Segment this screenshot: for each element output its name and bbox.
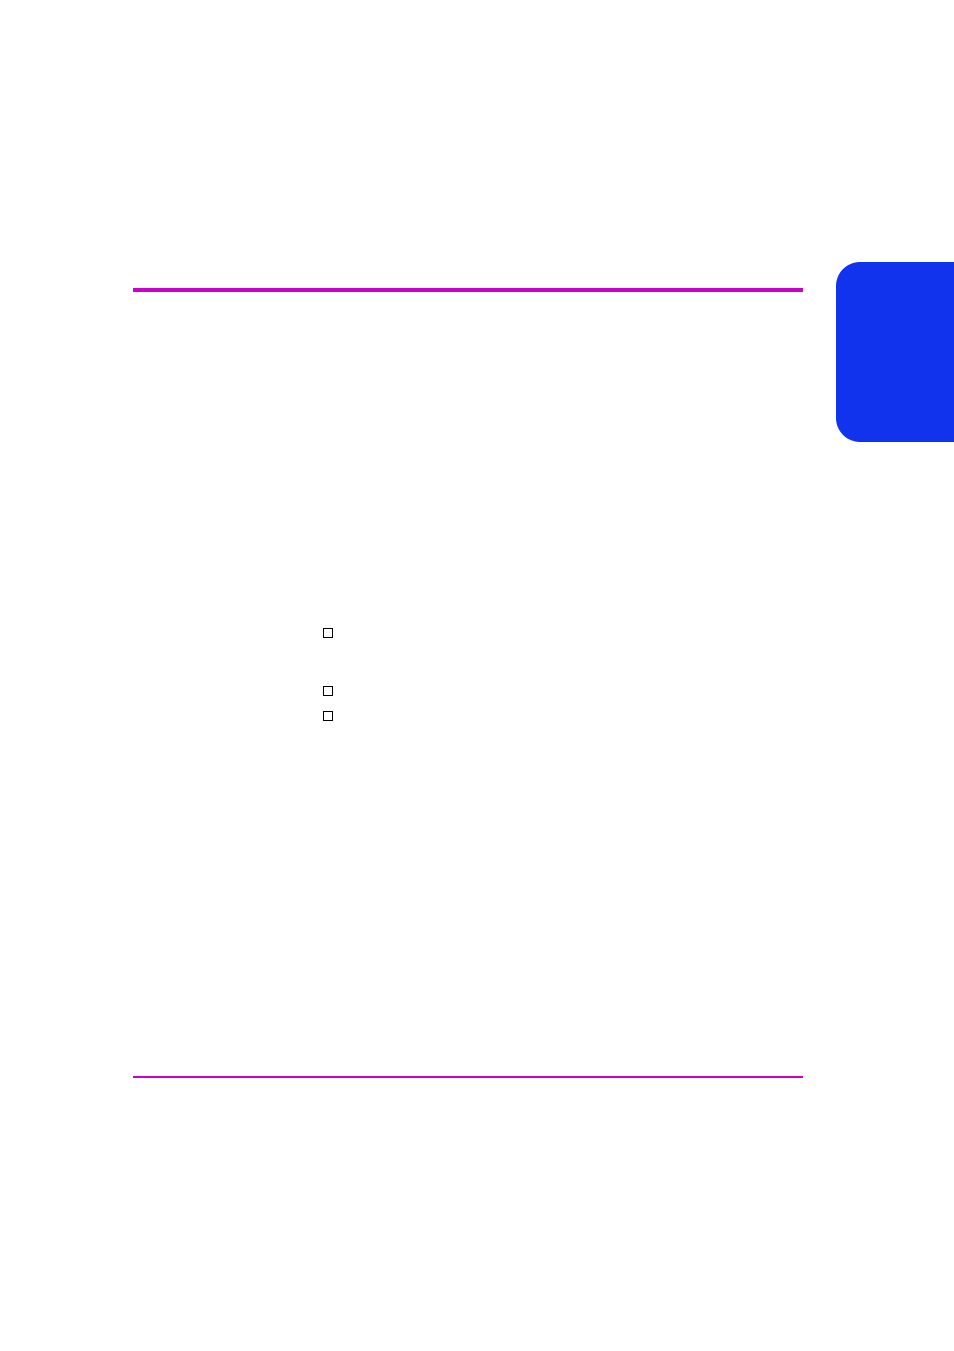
- content-area: [133, 288, 803, 292]
- side-tab[interactable]: [836, 262, 954, 442]
- checkbox-item: [323, 711, 341, 721]
- checkbox-icon[interactable]: [323, 686, 333, 696]
- checkbox-icon[interactable]: [323, 628, 333, 638]
- divider-top: [133, 288, 803, 292]
- checkbox-icon[interactable]: [323, 711, 333, 721]
- divider-bottom: [133, 1076, 803, 1078]
- checkbox-item: [323, 628, 341, 638]
- checkbox-list: [323, 628, 341, 736]
- checkbox-item: [323, 686, 341, 696]
